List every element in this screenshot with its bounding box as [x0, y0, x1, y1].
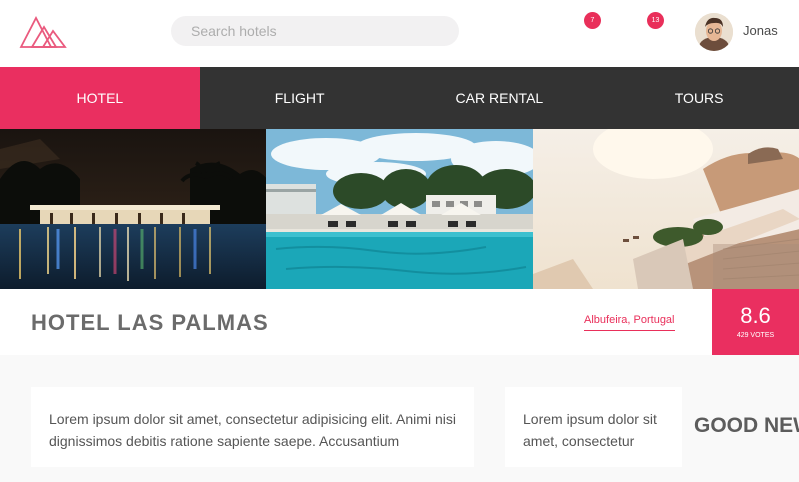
tab-tours[interactable]: TOURS — [599, 67, 799, 129]
notifications-button[interactable]: 7 — [578, 12, 601, 34]
notification-count-badge: 7 — [584, 12, 601, 29]
app-header: 7 13 Jonas — [0, 0, 799, 67]
tab-hotel[interactable]: HOTEL — [0, 67, 200, 129]
hotel-title-bar: HOTEL LAS PALMAS Albufeira, Portugal 8.6… — [0, 289, 799, 355]
day-pool-photo[interactable] — [266, 129, 533, 289]
hotel-gallery — [0, 129, 799, 289]
review-card: Lorem ipsum dolor sit amet, consectetur — [505, 387, 682, 467]
description-card: Lorem ipsum dolor sit amet, consectetur … — [31, 387, 474, 467]
review-text: Lorem ipsum dolor sit amet, consectetur — [523, 411, 657, 449]
seaside-terrace-photo[interactable] — [532, 129, 799, 289]
logo-icon[interactable] — [18, 14, 68, 50]
rating-score: 8.6 — [740, 303, 771, 328]
hotel-name: HOTEL LAS PALMAS — [31, 310, 269, 335]
news-heading: GOOD NEWS — [694, 414, 799, 437]
hotel-location-link[interactable]: Albufeira, Portugal — [584, 314, 675, 331]
avatar[interactable] — [695, 13, 733, 51]
booking-tabs: HOTEL FLIGHT CAR RENTAL TOURS — [0, 67, 799, 129]
rating-badge: 8.6 429 VOTES — [712, 289, 799, 355]
rating-votes: 429 VOTES — [736, 332, 775, 339]
hotel-description: Lorem ipsum dolor sit amet, consectetur … — [49, 411, 456, 449]
user-name[interactable]: Jonas — [743, 23, 778, 38]
messages-button[interactable]: 13 — [641, 12, 664, 34]
message-count-badge: 13 — [647, 12, 664, 29]
tab-car-rental[interactable]: CAR RENTAL — [400, 67, 600, 129]
night-pool-photo[interactable] — [0, 129, 267, 289]
user-avatar-icon — [695, 13, 733, 51]
search-input[interactable] — [171, 16, 459, 46]
tab-flight[interactable]: FLIGHT — [200, 67, 400, 129]
